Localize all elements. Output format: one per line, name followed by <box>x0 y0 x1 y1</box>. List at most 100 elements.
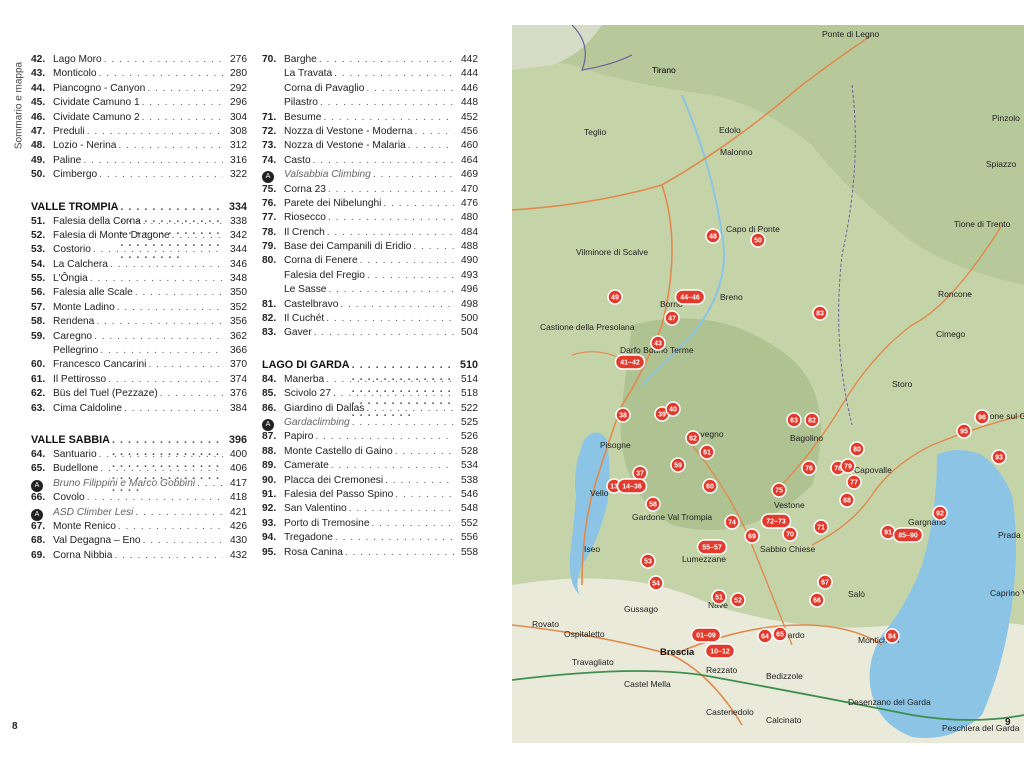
crag-marker[interactable]: 95 <box>956 423 972 439</box>
crag-marker[interactable]: 50 <box>750 232 766 248</box>
entry-number: 53. <box>31 244 46 256</box>
marker-label: 52 <box>734 598 742 605</box>
index-entry: 50. Cimbergo 322 <box>31 169 247 183</box>
crag-marker[interactable]: 82 <box>804 412 820 428</box>
crag-marker[interactable]: 65 <box>772 626 788 642</box>
leader-dots <box>364 403 454 414</box>
crag-marker[interactable]: 92 <box>932 505 948 521</box>
crag-marker[interactable]: 85–90 <box>892 527 924 543</box>
crag-marker[interactable]: 49 <box>607 289 623 305</box>
entry-name: Bruno Filippini e Marco Gobbini <box>53 477 196 489</box>
crag-marker[interactable]: 51 <box>711 589 727 605</box>
crag-marker[interactable]: 58 <box>645 496 661 512</box>
entry-number: 54. <box>31 258 46 270</box>
entry-page: 276 <box>230 54 247 65</box>
entry-page: 546 <box>461 488 478 500</box>
entry-page: 484 <box>461 226 478 238</box>
crag-marker[interactable]: 41–42 <box>614 354 646 370</box>
index-entry: 72. Nozza di Vestone - Moderna 456 <box>262 126 478 140</box>
leader-dots <box>112 550 223 561</box>
entry-name: Gardaclimbing <box>284 416 350 428</box>
crag-marker[interactable]: 63 <box>786 412 802 428</box>
crag-marker[interactable]: 61 <box>699 444 715 460</box>
entry-name: Gaver <box>284 327 312 339</box>
leader-dots <box>370 518 455 529</box>
entry-page: 430 <box>230 535 247 547</box>
index-entry: 73. Nozza di Vestone - Malaria 460 <box>262 140 478 154</box>
crag-marker[interactable]: 93 <box>991 449 1007 465</box>
marker-label: 84 <box>888 634 896 641</box>
leader-dots <box>133 287 223 298</box>
crag-marker[interactable]: 53 <box>640 553 656 569</box>
marker-label: 38 <box>619 413 627 420</box>
crag-marker[interactable]: 44–46 <box>674 289 706 305</box>
crag-marker[interactable]: 14–36 <box>616 478 648 494</box>
map-place-label: Malonno <box>720 147 753 157</box>
entry-name: Porto di Tremosine <box>284 517 370 529</box>
crag-marker[interactable]: 60 <box>702 478 718 494</box>
index-entry: 57. Monte Ladino 352 <box>31 302 247 316</box>
crag-marker[interactable]: 77 <box>846 474 862 490</box>
index-entry: 82. Il Cuchét 500 <box>262 313 478 327</box>
entry-name: VALLE SABBIA <box>31 433 110 446</box>
index-entry: 61. Il Pettirosso 374 <box>31 374 247 388</box>
map-place-label: Salò <box>848 589 865 599</box>
crag-marker[interactable]: 52 <box>730 592 746 608</box>
entry-page: 374 <box>230 373 247 385</box>
climbing-gym-icon: A <box>31 508 43 521</box>
gym-entry: A ASD Climber Lesi 421 <box>31 507 247 521</box>
crag-marker[interactable]: 40 <box>665 401 681 417</box>
crag-marker[interactable]: 75 <box>771 482 787 498</box>
entry-name: Pellegrino <box>53 345 99 357</box>
map-place-label: Roncone <box>938 289 972 299</box>
crag-marker[interactable]: 72–73 <box>760 513 792 529</box>
map-place-label: Bagolino <box>790 433 823 443</box>
leader-dots <box>358 255 454 266</box>
crag-marker[interactable]: 67 <box>817 574 833 590</box>
crag-marker[interactable]: 54 <box>648 575 664 591</box>
crag-marker[interactable]: 38 <box>615 407 631 423</box>
entry-name: Scivolo 27 <box>284 388 332 400</box>
marker-label: 47 <box>668 316 676 323</box>
entry-number: 52. <box>31 229 46 241</box>
map-place-label: Desenzano del Garda <box>848 697 931 707</box>
entry-name: Falesia del Fregio <box>284 269 365 281</box>
crag-marker[interactable]: 01–09 <box>690 627 722 643</box>
crag-marker[interactable]: 43 <box>650 335 666 351</box>
crag-marker[interactable]: 64 <box>757 628 773 644</box>
crag-marker[interactable]: 83 <box>812 305 828 321</box>
crag-marker[interactable]: 59 <box>670 457 686 473</box>
entry-page: 444 <box>461 68 478 80</box>
climbing-gym-icon: A <box>31 479 43 492</box>
crag-marker[interactable]: 37 <box>632 465 648 481</box>
map-canvas: Ponte di Legno Tirano Teglio Edolo Malonno Pi… <box>512 25 1024 743</box>
entry-number: 63. <box>31 402 46 414</box>
entry-page: 464 <box>461 154 478 166</box>
entry-name: Pilastro <box>284 97 318 109</box>
crag-marker[interactable]: 70 <box>782 526 798 542</box>
entry-page: 280 <box>230 68 247 80</box>
crag-marker[interactable]: 71 <box>813 519 829 535</box>
crag-marker[interactable]: 79 <box>840 458 856 474</box>
entry-page: 426 <box>230 520 247 532</box>
index-page: Sommario e mappa 42. Lago Moro 276 43. Monti… <box>0 0 512 768</box>
crag-marker[interactable]: 69 <box>744 528 760 544</box>
crag-marker[interactable]: 47 <box>664 310 680 326</box>
crag-marker[interactable]: 10–12 <box>704 643 736 659</box>
crag-marker[interactable]: 66 <box>809 592 825 608</box>
map-place-label: Ospitaletto <box>564 629 605 639</box>
crag-marker[interactable]: 91 <box>880 524 896 540</box>
crag-marker[interactable]: 55–57 <box>696 539 728 555</box>
crag-marker[interactable]: 76 <box>801 460 817 476</box>
crag-marker[interactable]: 84 <box>884 628 900 644</box>
entry-page: 417 <box>230 477 247 489</box>
entry-number: 58. <box>31 316 46 328</box>
entry-number: 88. <box>262 445 277 457</box>
crag-marker[interactable]: 74 <box>724 514 740 530</box>
crag-marker[interactable]: 80 <box>849 441 865 457</box>
crag-marker[interactable]: 62 <box>685 430 701 446</box>
crag-marker[interactable]: 48 <box>705 228 721 244</box>
crag-marker[interactable]: 96 <box>974 409 990 425</box>
crag-marker[interactable]: 68 <box>839 492 855 508</box>
